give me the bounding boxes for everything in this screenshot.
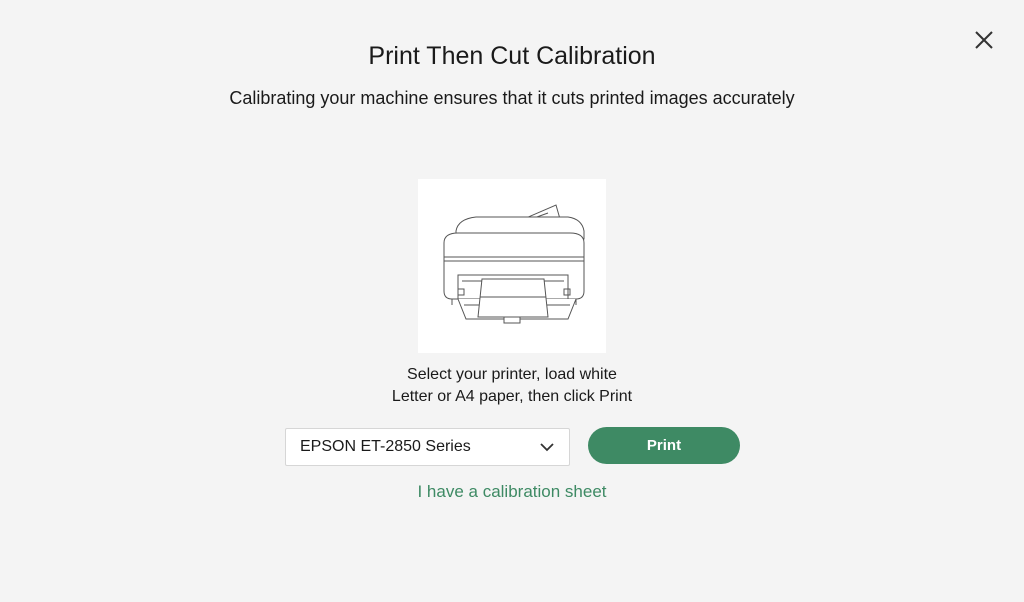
dialog-subtitle: Calibrating your machine ensures that it… [229, 88, 795, 108]
instructions-text: Select your printer, load white Letter o… [0, 364, 1024, 408]
printer-illustration [443, 204, 585, 324]
print-button[interactable]: Print [588, 427, 740, 464]
instructions-line-2: Letter or A4 paper, then click Print [391, 388, 633, 405]
printer-select-value: EPSON ET-2850 Series [300, 438, 471, 455]
chevron-down-icon [539, 439, 555, 455]
calibration-sheet-link[interactable]: I have a calibration sheet [417, 482, 606, 501]
instructions-line-1: Select your printer, load white [407, 366, 617, 383]
calibration-dialog: Print Then Cut Calibration Calibrating y… [0, 0, 1024, 602]
printer-select[interactable]: EPSON ET-2850 Series [285, 428, 570, 466]
dialog-title: Print Then Cut Calibration [368, 42, 656, 70]
printer-illustration-card [418, 179, 606, 353]
calibration-link-row: I have a calibration sheet [0, 481, 1024, 503]
